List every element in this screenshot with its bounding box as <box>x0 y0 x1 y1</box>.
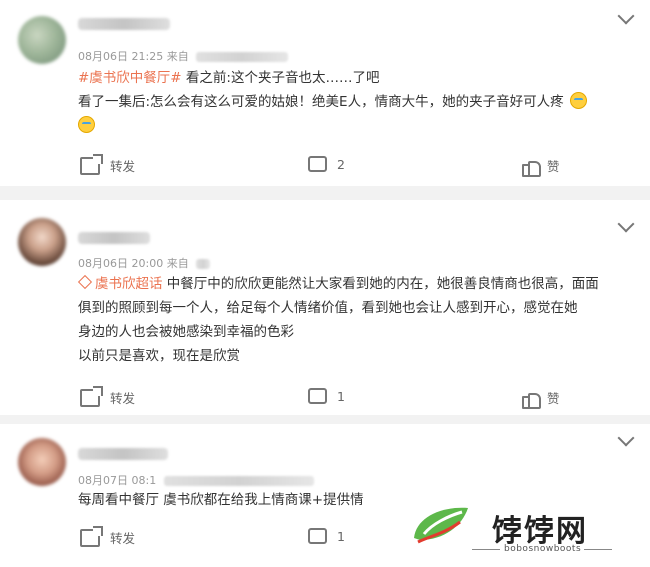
share-label: 转发 <box>110 391 136 406</box>
post-time: 08月07日 08:1 <box>78 474 157 487</box>
action-bar: 转发 1 赞 <box>0 385 650 412</box>
comment-button[interactable]: 2 <box>308 153 345 172</box>
comment-icon <box>308 385 327 404</box>
action-bar: 转发 2 赞 <box>0 153 650 180</box>
thumbs-up-icon <box>522 159 541 177</box>
post-body: #虞书欣中餐厅# 看之前:这个夹子音也太……了吧 看了一集后:怎么会有这么可爱的… <box>78 66 630 138</box>
avatar[interactable] <box>18 218 66 266</box>
divider <box>584 549 612 550</box>
username-blurred[interactable] <box>78 232 150 244</box>
hashtag-link[interactable]: #虞书欣中餐厅# <box>78 70 182 86</box>
post-source-label: 来自 <box>166 50 189 63</box>
share-icon <box>80 525 103 547</box>
post-time: 08月06日 21:25 <box>78 50 164 63</box>
post-text-line: 看了一集后:怎么会有这么可爱的姑娘！绝美E人，情商大牛，她的夹子音好可人疼 <box>78 94 564 110</box>
post-source-blurred <box>163 476 314 486</box>
post-meta: 08月06日 20:00 来自 <box>78 255 211 271</box>
comment-count: 2 <box>337 156 345 172</box>
chevron-down-icon[interactable] <box>617 215 635 233</box>
post-text-line: 中餐厅中的欣欣更能然让大家看到她的内在，她很善良情商也很高，面面 <box>166 276 599 292</box>
chevron-down-icon[interactable] <box>617 429 635 447</box>
super-topic-label: 虞书欣超话 <box>95 276 163 292</box>
comment-icon <box>308 525 327 544</box>
post-meta: 08月07日 08:1 <box>78 472 314 488</box>
leaf-logo-icon <box>414 507 468 544</box>
share-button[interactable]: 转发 <box>80 153 136 175</box>
like-button[interactable]: 赞 <box>522 156 560 177</box>
crying-emoji-icon <box>78 116 95 133</box>
thumbs-up-icon <box>522 391 541 409</box>
post-source-label: 来自 <box>166 257 189 270</box>
like-label: 赞 <box>547 391 560 406</box>
super-topic-link[interactable]: 虞书欣超话 <box>77 274 163 292</box>
post-time: 08月06日 20:00 <box>78 257 164 270</box>
like-button[interactable]: 赞 <box>522 388 560 409</box>
post-source-blurred <box>196 52 289 62</box>
post-text-line: 看之前:这个夹子音也太……了吧 <box>185 70 380 86</box>
username-blurred[interactable] <box>78 448 168 460</box>
post-meta: 08月06日 21:25 来自 <box>78 48 289 64</box>
post-source-blurred <box>196 259 211 269</box>
divider <box>472 549 500 550</box>
post-text-line: 身边的人也会被她感染到幸福的色彩 <box>78 324 294 340</box>
comment-button[interactable]: 1 <box>308 525 345 544</box>
post-body: 虞书欣超话 中餐厅中的欣欣更能然让大家看到她的内在，她很善良情商也很高，面面 俱… <box>77 272 630 368</box>
comment-count: 1 <box>337 528 345 544</box>
share-label: 转发 <box>110 159 136 174</box>
avatar[interactable] <box>18 16 66 64</box>
comment-card: 08月06日 20:00 来自 虞书欣超话 中餐厅中的欣欣更能然让大家看到她的内… <box>0 200 650 415</box>
post-text-line: 俱到的照顾到每一个人，给足每个人情绪价值，看到她也会让人感到开心，感觉在她 <box>78 300 578 316</box>
comment-count: 1 <box>337 388 345 404</box>
share-label: 转发 <box>110 531 136 546</box>
comment-button[interactable]: 1 <box>308 385 345 404</box>
username-blurred[interactable] <box>78 18 170 30</box>
share-button[interactable]: 转发 <box>80 525 136 547</box>
watermark: 饽饽网 bobosnowboots <box>410 500 650 560</box>
diamond-icon <box>77 274 93 290</box>
crying-emoji-icon <box>569 92 587 109</box>
avatar[interactable] <box>18 438 66 486</box>
comment-icon <box>308 153 327 172</box>
chevron-down-icon[interactable] <box>617 7 635 25</box>
share-icon <box>80 153 103 175</box>
post-text-line: 以前只是喜欢，现在是欣赏 <box>78 348 240 364</box>
share-button[interactable]: 转发 <box>80 385 136 407</box>
like-label: 赞 <box>547 159 560 174</box>
share-icon <box>80 385 103 407</box>
comment-card: 08月06日 21:25 来自 #虞书欣中餐厅# 看之前:这个夹子音也太……了吧… <box>0 0 650 186</box>
watermark-domain: bobosnowboots <box>504 544 582 554</box>
